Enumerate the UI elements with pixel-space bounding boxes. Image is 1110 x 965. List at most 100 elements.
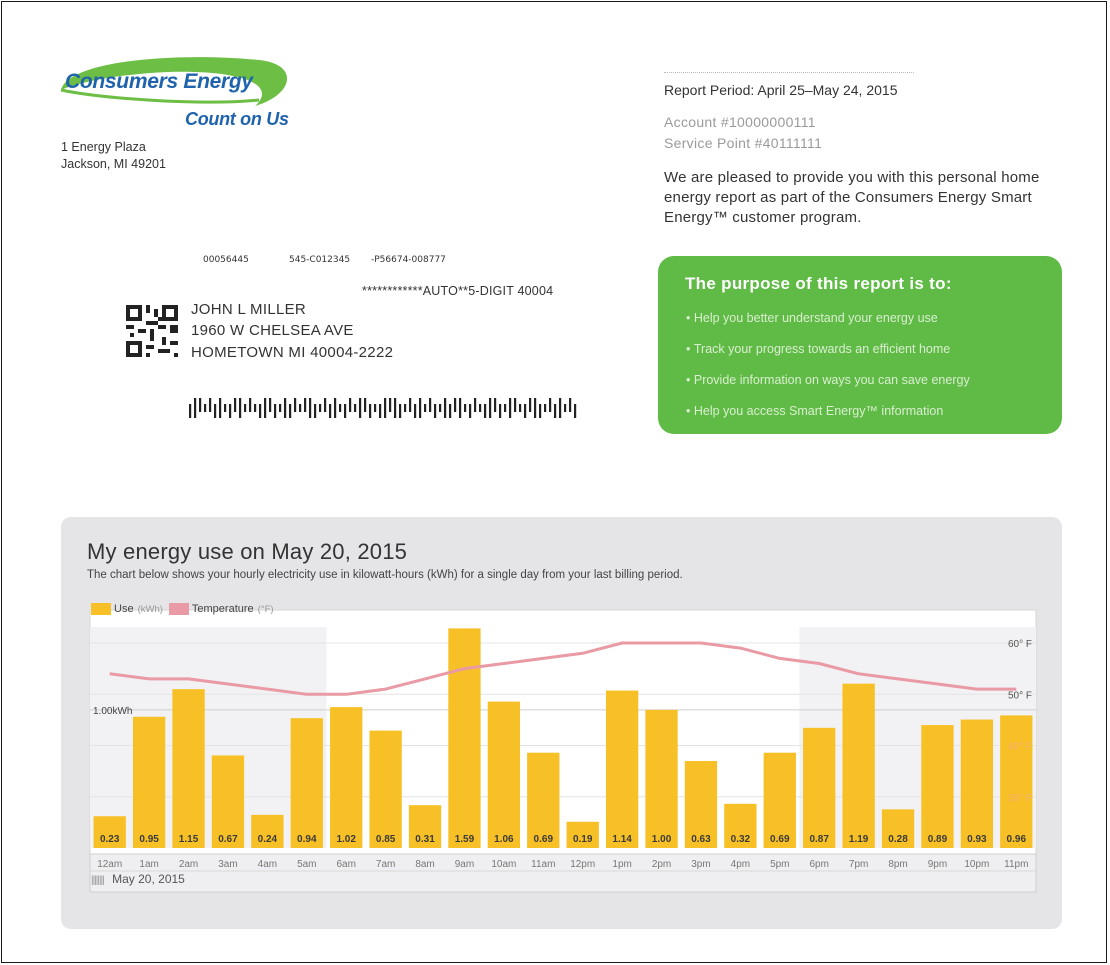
barcode-bar	[434, 404, 437, 418]
barcode-bar	[344, 404, 347, 418]
bar-value-label: 1.06	[494, 834, 514, 845]
reference-label: 1.00kWh	[93, 706, 132, 717]
company-address-line2: Jackson, MI 49201	[61, 157, 166, 171]
x-tick-label: 1am	[139, 859, 158, 870]
legend-use-label: Use	[114, 603, 134, 615]
barcode-bar	[294, 398, 297, 412]
x-tick-label: 10pm	[964, 859, 989, 870]
energy-use-panel: My energy use on May 20, 2015 The chart …	[61, 517, 1062, 929]
temp-tick-label: 40° F	[1008, 742, 1032, 753]
barcode-bar	[474, 398, 477, 412]
recipient-street: 1960 W CHELSEA AVE	[191, 322, 354, 339]
barcode-bar	[559, 398, 562, 418]
barcode-bar	[534, 398, 537, 418]
barcode-bar	[289, 404, 292, 418]
barcode-bar	[564, 404, 567, 412]
barcode-bar	[464, 404, 467, 412]
barcode-bar	[264, 398, 267, 418]
use-bar	[921, 725, 954, 848]
account-number: Account #10000000111	[664, 114, 816, 130]
use-bar	[487, 701, 521, 848]
barcode-bar	[189, 404, 192, 418]
purpose-item: Track your progress towards an efficient…	[686, 342, 970, 373]
bar-value-label: 1.00	[652, 834, 672, 845]
barcode-bar	[359, 398, 362, 418]
x-tick-label: 2pm	[652, 859, 671, 870]
bar-value-label: 0.93	[967, 834, 987, 845]
mail-code: -P56674-008777	[371, 255, 446, 265]
bar-value-label: 0.85	[376, 834, 396, 845]
scroll-grip-icon[interactable]: ||||||||	[91, 875, 105, 886]
purpose-box: The purpose of this report is to: Help y…	[658, 256, 1062, 434]
date-strip-label: May 20, 2015	[112, 872, 185, 886]
barcode-bar	[204, 404, 207, 412]
bar-value-label: 0.95	[139, 834, 159, 845]
x-tick-label: 11am	[531, 859, 555, 870]
barcode-bar	[349, 398, 352, 412]
temp-tick-label: 60° F	[1008, 639, 1032, 650]
hourly-energy-chart: 1.00kWh 60° F 50° F 40° F 30° F 0.23 0.95 1.15 0…	[89, 609, 1037, 893]
barcode-bar	[364, 398, 367, 412]
barcode-bar	[379, 404, 382, 418]
temp-tick-label: 50° F	[1008, 690, 1032, 701]
purpose-item: Provide information on ways you can save…	[686, 373, 970, 404]
mail-code: 545-C012345	[289, 255, 351, 265]
bar-value-label: 0.96	[1007, 834, 1027, 845]
barcode-bar	[424, 404, 427, 412]
bar-value-label: 0.89	[928, 834, 948, 845]
barcode-bar	[249, 398, 252, 412]
x-tick-label: 1pm	[612, 859, 631, 870]
bar-value-label: 1.19	[849, 834, 869, 845]
barcode-bar	[444, 398, 447, 418]
bar-value-label: 0.19	[573, 834, 593, 845]
intro-paragraph: We are pleased to provide you with this …	[664, 169, 1040, 226]
barcode-bar	[299, 404, 302, 412]
bar-value-label: 1.02	[336, 834, 356, 845]
date-scroll-strip[interactable]: |||||||| May 20, 2015	[91, 872, 185, 886]
x-tick-label: 12am	[97, 859, 122, 870]
barcode-bar	[489, 398, 492, 418]
barcode-bar	[574, 404, 577, 418]
barcode-bar	[354, 404, 357, 412]
barcode-bar	[199, 398, 202, 412]
barcode-bar	[549, 398, 552, 412]
x-tick-label: 6am	[336, 859, 355, 870]
barcode-bar	[374, 404, 377, 412]
bar-value-label: 1.14	[612, 834, 632, 845]
use-bar	[803, 727, 836, 848]
bar-value-label: 0.69	[534, 834, 554, 845]
purpose-item: Help you better understand your energy u…	[686, 311, 970, 342]
barcode-bar	[319, 404, 322, 412]
barcode-bar	[269, 398, 272, 412]
report-period: Report Period: April 25–May 24, 2015	[664, 82, 898, 98]
barcode-bar	[369, 404, 372, 418]
barcode-bar	[279, 404, 282, 412]
company-logo: Consumers Energy Count on Us	[59, 54, 299, 134]
barcode-bar	[544, 404, 547, 412]
bar-value-label: 0.24	[258, 834, 278, 845]
barcode-bar	[389, 398, 392, 412]
x-tick-label: 2am	[179, 859, 198, 870]
bar-value-label: 0.32	[731, 834, 751, 845]
x-tick-label: 8pm	[888, 859, 907, 870]
barcode-bar	[519, 404, 522, 412]
postal-barcode	[189, 398, 577, 418]
barcode-bar	[219, 398, 222, 418]
barcode-bar	[524, 404, 527, 418]
barcode-bar	[554, 404, 557, 418]
use-bar	[448, 628, 481, 848]
company-address-line1: 1 Energy Plaza	[61, 140, 146, 154]
legend-swatch-temperature	[168, 603, 189, 615]
mail-sort-line: ************AUTO**5-DIGIT 40004	[362, 284, 554, 298]
bar-value-label: 0.31	[415, 834, 435, 845]
header-rule	[664, 72, 914, 73]
recipient-name: JOHN L MILLER	[191, 301, 307, 318]
qr-code	[126, 305, 178, 357]
barcode-bar	[254, 404, 257, 412]
barcode-bar	[329, 404, 332, 418]
barcode-bar	[514, 398, 517, 412]
bar-value-label: 0.67	[218, 834, 238, 845]
x-tick-label: 7pm	[849, 859, 868, 870]
barcode-bar	[419, 398, 422, 418]
bar-value-label: 0.94	[297, 834, 317, 845]
